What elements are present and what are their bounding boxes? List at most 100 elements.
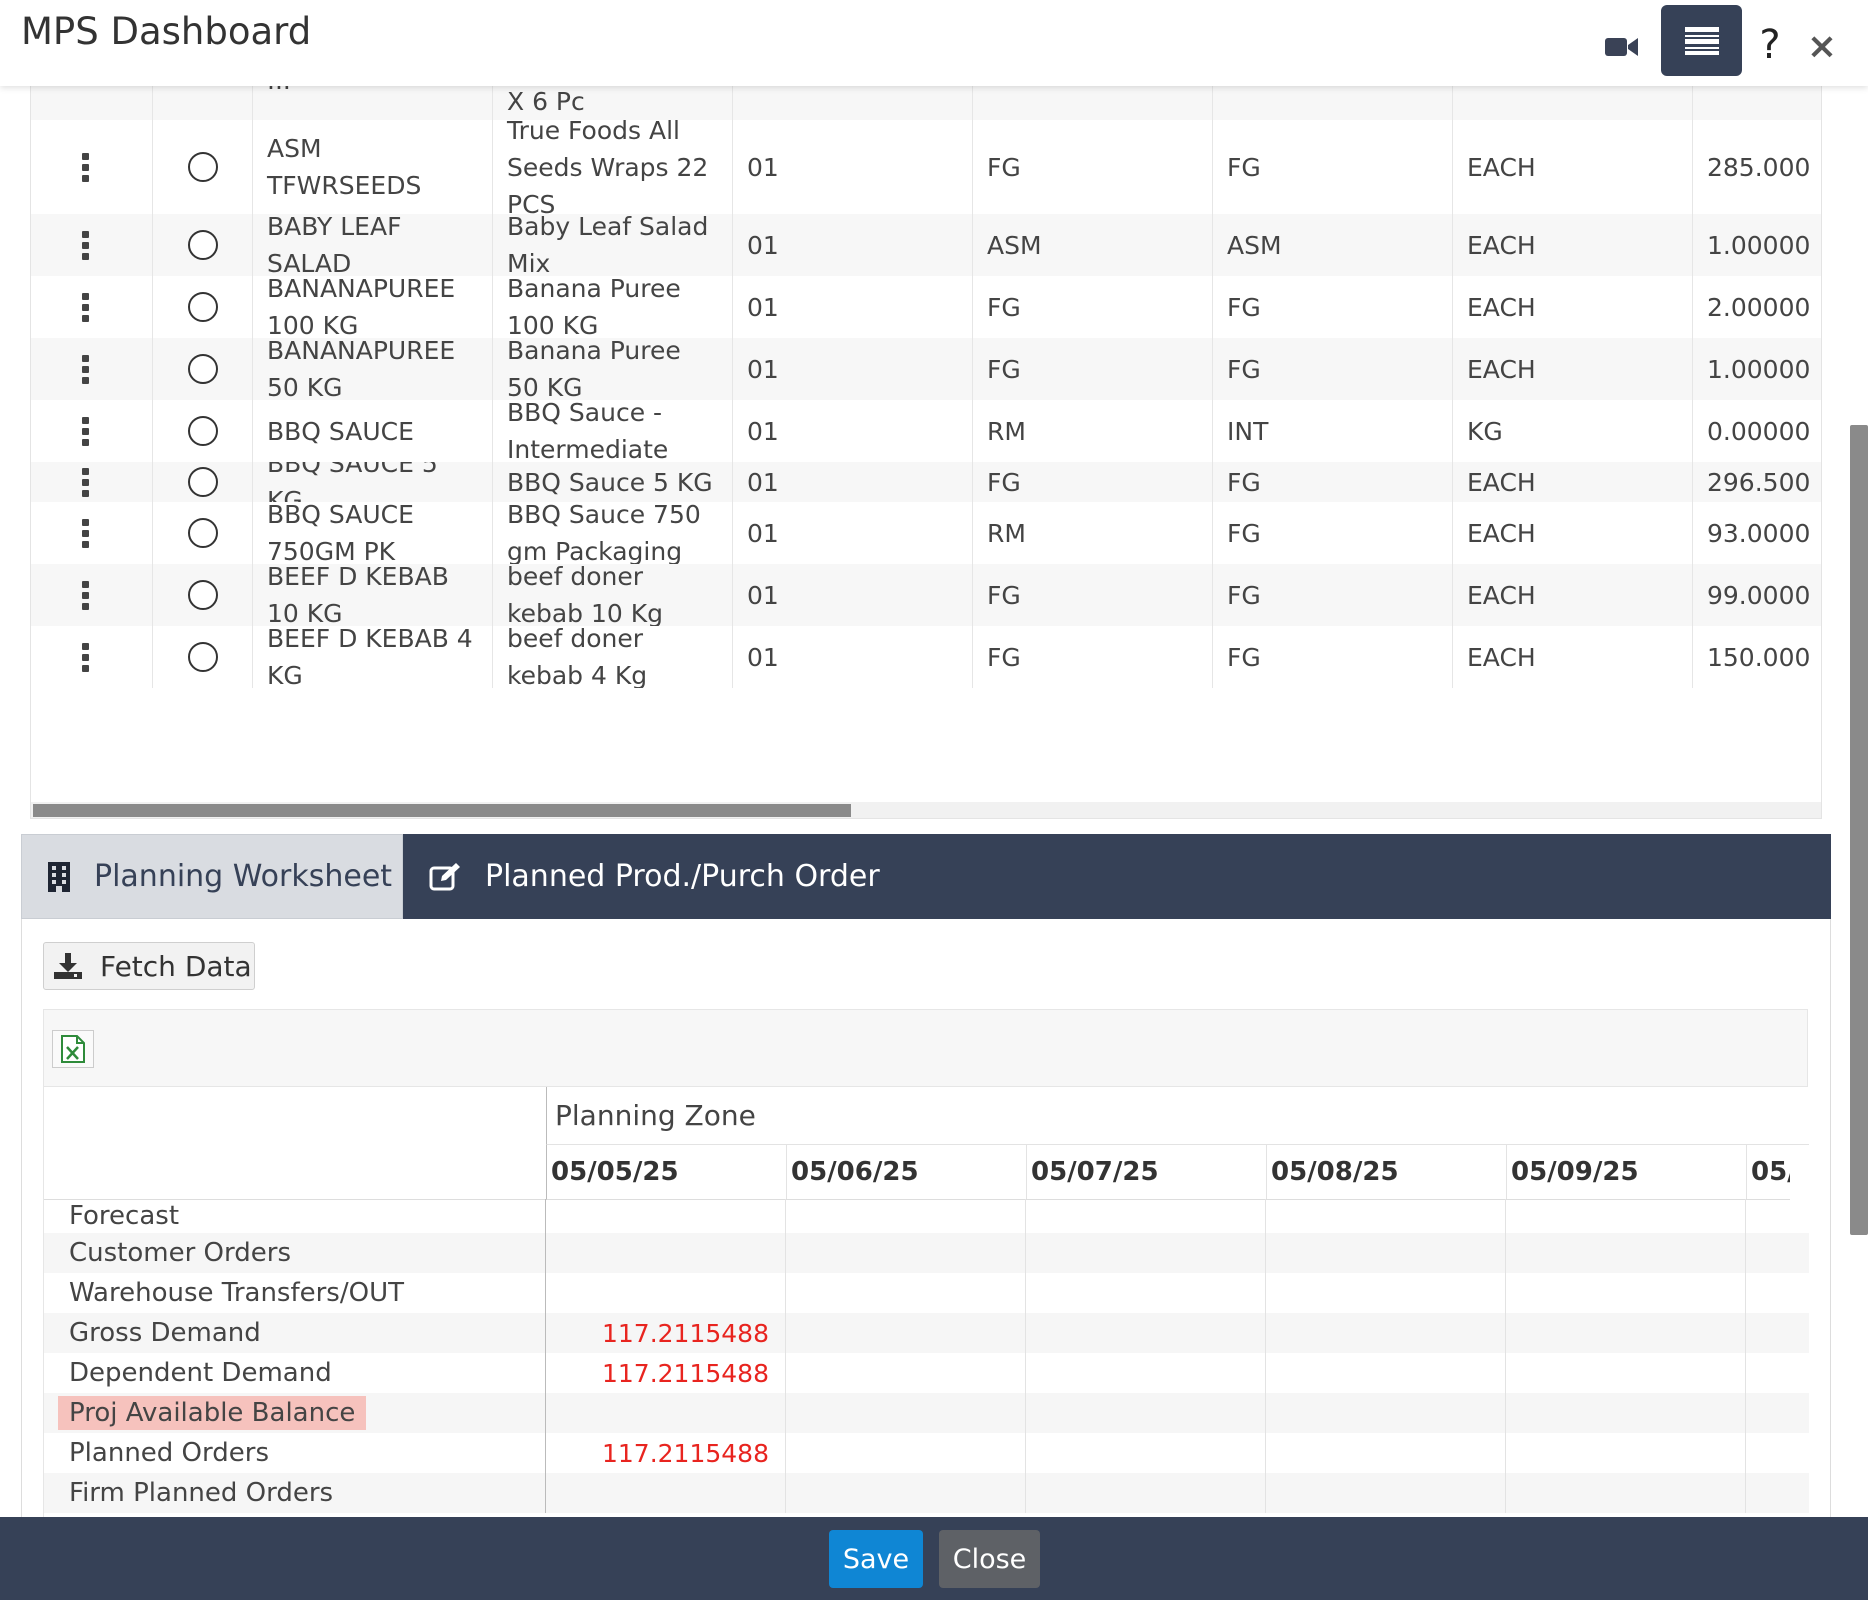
planning-cell[interactable] bbox=[1026, 1273, 1266, 1313]
row-actions-icon[interactable] bbox=[82, 230, 89, 260]
planning-cell[interactable] bbox=[1746, 1473, 1789, 1513]
planning-cell[interactable] bbox=[546, 1473, 786, 1513]
cell-value: FG bbox=[1227, 518, 1261, 548]
scrollbar-thumb[interactable] bbox=[33, 804, 851, 817]
planning-cell[interactable] bbox=[1506, 1393, 1746, 1433]
list-layout-icon bbox=[1684, 26, 1719, 55]
planning-cell[interactable] bbox=[1506, 1233, 1746, 1273]
planning-cell[interactable] bbox=[1026, 1313, 1266, 1353]
planning-cell[interactable] bbox=[1746, 1273, 1789, 1313]
planning-cell[interactable] bbox=[1506, 1473, 1746, 1513]
cell-value: 01 bbox=[747, 354, 779, 384]
planning-cell[interactable] bbox=[786, 1273, 1026, 1313]
planning-cell[interactable] bbox=[546, 1393, 786, 1433]
cell-value: 01 bbox=[747, 416, 779, 446]
item-code: BEEF D KEBAB 10 KG bbox=[267, 564, 449, 626]
planning-cell[interactable] bbox=[786, 1473, 1026, 1513]
planning-cell[interactable] bbox=[1746, 1433, 1789, 1473]
video-button[interactable] bbox=[1603, 30, 1641, 64]
planning-cell[interactable] bbox=[1266, 1273, 1506, 1313]
tab-planned-orders[interactable]: Planned Prod./Purch Order bbox=[403, 834, 1003, 919]
cell-value: EACH bbox=[1467, 152, 1536, 182]
planning-cell[interactable] bbox=[786, 1353, 1026, 1393]
row-actions-icon[interactable] bbox=[82, 642, 89, 672]
planning-cell[interactable] bbox=[546, 1199, 786, 1233]
horizontal-scrollbar[interactable] bbox=[31, 802, 1821, 818]
cell-value: 150.000 bbox=[1707, 642, 1811, 672]
planning-cell[interactable] bbox=[1746, 1313, 1789, 1353]
planning-cell[interactable] bbox=[1026, 1393, 1266, 1433]
row-actions-icon[interactable] bbox=[82, 416, 89, 446]
planning-cell[interactable] bbox=[786, 1433, 1026, 1473]
tab-planning-worksheet[interactable]: Planning Worksheet bbox=[21, 834, 403, 919]
planning-row: Proj Available Balance bbox=[44, 1393, 1809, 1433]
row-select-radio[interactable] bbox=[187, 230, 218, 260]
row-actions-icon[interactable] bbox=[82, 292, 89, 322]
item-code: BBQ SAUCE bbox=[267, 416, 414, 446]
row-select-radio[interactable] bbox=[187, 416, 218, 446]
layout-menu-button[interactable] bbox=[1661, 5, 1742, 76]
planning-cell[interactable] bbox=[786, 1393, 1026, 1433]
planning-cell[interactable] bbox=[1746, 1233, 1789, 1273]
planning-cell[interactable]: 117.2115488 bbox=[546, 1433, 786, 1473]
planning-cell[interactable] bbox=[786, 1313, 1026, 1353]
vertical-scrollbar[interactable] bbox=[1850, 425, 1868, 1235]
planning-cell[interactable] bbox=[1506, 1433, 1746, 1473]
planning-cell[interactable] bbox=[1746, 1393, 1789, 1433]
planning-cell[interactable] bbox=[1026, 1473, 1266, 1513]
row-actions-icon[interactable] bbox=[82, 467, 89, 497]
planning-cell[interactable] bbox=[1266, 1473, 1506, 1513]
cell-value: EACH bbox=[1467, 642, 1536, 672]
planning-cell[interactable] bbox=[1026, 1233, 1266, 1273]
row-select-radio[interactable] bbox=[187, 467, 218, 497]
planning-cell[interactable] bbox=[1506, 1199, 1746, 1233]
item-code: BBQ SAUCE 750GM PK bbox=[267, 502, 414, 564]
planning-cell[interactable] bbox=[1266, 1433, 1506, 1473]
planning-cell[interactable]: 117.2115488 bbox=[546, 1353, 786, 1393]
item-description: beef doner kebab 4 Kg bbox=[507, 626, 648, 688]
fetch-data-button[interactable]: Fetch Data bbox=[43, 942, 255, 990]
planning-cell[interactable] bbox=[1266, 1233, 1506, 1273]
item-description: BBQ Sauce - Intermediate bbox=[507, 400, 669, 462]
planning-cell[interactable] bbox=[1266, 1393, 1506, 1433]
row-select-radio[interactable] bbox=[187, 152, 218, 182]
date-header-row: 05/05/25 05/06/25 05/07/25 05/08/25 05/09/25… bbox=[546, 1145, 1790, 1200]
planning-cell[interactable] bbox=[1026, 1199, 1266, 1233]
planning-cell[interactable] bbox=[786, 1199, 1026, 1233]
planning-cell[interactable] bbox=[1026, 1433, 1266, 1473]
items-grid: ... X 6 Pc ASM TFWRSEEDS True Foods All S… bbox=[30, 86, 1822, 819]
row-select-radio[interactable] bbox=[187, 518, 218, 548]
planning-cell[interactable] bbox=[1266, 1313, 1506, 1353]
planning-cell[interactable] bbox=[1506, 1353, 1746, 1393]
table-row: BBQ SAUCE 750GM PK BBQ Sauce 750 gm Packa… bbox=[31, 502, 1821, 564]
planning-row: Planned Orders 117.2115488 bbox=[44, 1433, 1809, 1473]
row-actions-icon[interactable] bbox=[82, 152, 89, 182]
export-excel-button[interactable] bbox=[52, 1030, 94, 1068]
planning-cell[interactable] bbox=[546, 1273, 786, 1313]
planning-cell[interactable] bbox=[546, 1233, 786, 1273]
row-select-radio[interactable] bbox=[187, 580, 218, 610]
planning-grid: Planning Zone 05/05/25 05/06/25 05/07/25 05… bbox=[43, 1087, 1809, 1527]
cell-value: INT bbox=[1227, 416, 1269, 446]
row-actions-icon[interactable] bbox=[82, 518, 89, 548]
row-select-radio[interactable] bbox=[187, 354, 218, 384]
close-button[interactable]: Close bbox=[939, 1530, 1040, 1588]
row-select-radio[interactable] bbox=[187, 292, 218, 322]
planning-cell[interactable] bbox=[1506, 1273, 1746, 1313]
cell-value: FG bbox=[987, 642, 1021, 672]
row-actions-icon[interactable] bbox=[82, 580, 89, 610]
row-actions-icon[interactable] bbox=[82, 354, 89, 384]
planning-cell[interactable] bbox=[1266, 1353, 1506, 1393]
planning-cell[interactable]: 117.2115488 bbox=[546, 1313, 786, 1353]
close-icon[interactable]: × bbox=[1804, 24, 1840, 68]
planning-cell[interactable] bbox=[1026, 1353, 1266, 1393]
planning-cell[interactable] bbox=[1746, 1353, 1789, 1393]
planning-cell[interactable] bbox=[1506, 1313, 1746, 1353]
save-button[interactable]: Save bbox=[829, 1530, 923, 1588]
planning-cell[interactable] bbox=[1266, 1199, 1506, 1233]
planning-cell[interactable] bbox=[1746, 1199, 1789, 1233]
planning-cell[interactable] bbox=[786, 1233, 1026, 1273]
help-button[interactable]: ? bbox=[1750, 20, 1790, 70]
row-select-radio[interactable] bbox=[187, 642, 218, 672]
cell-value: FG bbox=[1227, 152, 1261, 182]
